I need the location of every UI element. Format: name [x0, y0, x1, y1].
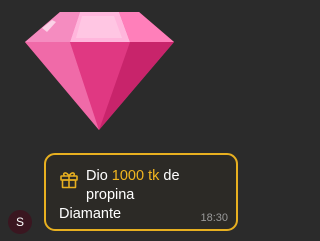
message-line2: propina [86, 187, 135, 203]
message-text: Dio 1000 tk de propina [86, 167, 234, 205]
message-timestamp: 18:30 [200, 212, 228, 224]
avatar-initial: S [15, 215, 24, 229]
message-prefix: Dio [86, 168, 108, 184]
gift-icon [59, 169, 79, 189]
gift-name: Diamante [59, 206, 122, 222]
message-connector: de [163, 168, 180, 184]
token-amount: 1000 tk [111, 168, 160, 184]
gift-message-bubble[interactable]: Dio 1000 tk de propina Diamante 18:30 [44, 153, 238, 231]
diamond-gift-icon [22, 8, 177, 133]
avatar[interactable]: S [8, 210, 32, 234]
